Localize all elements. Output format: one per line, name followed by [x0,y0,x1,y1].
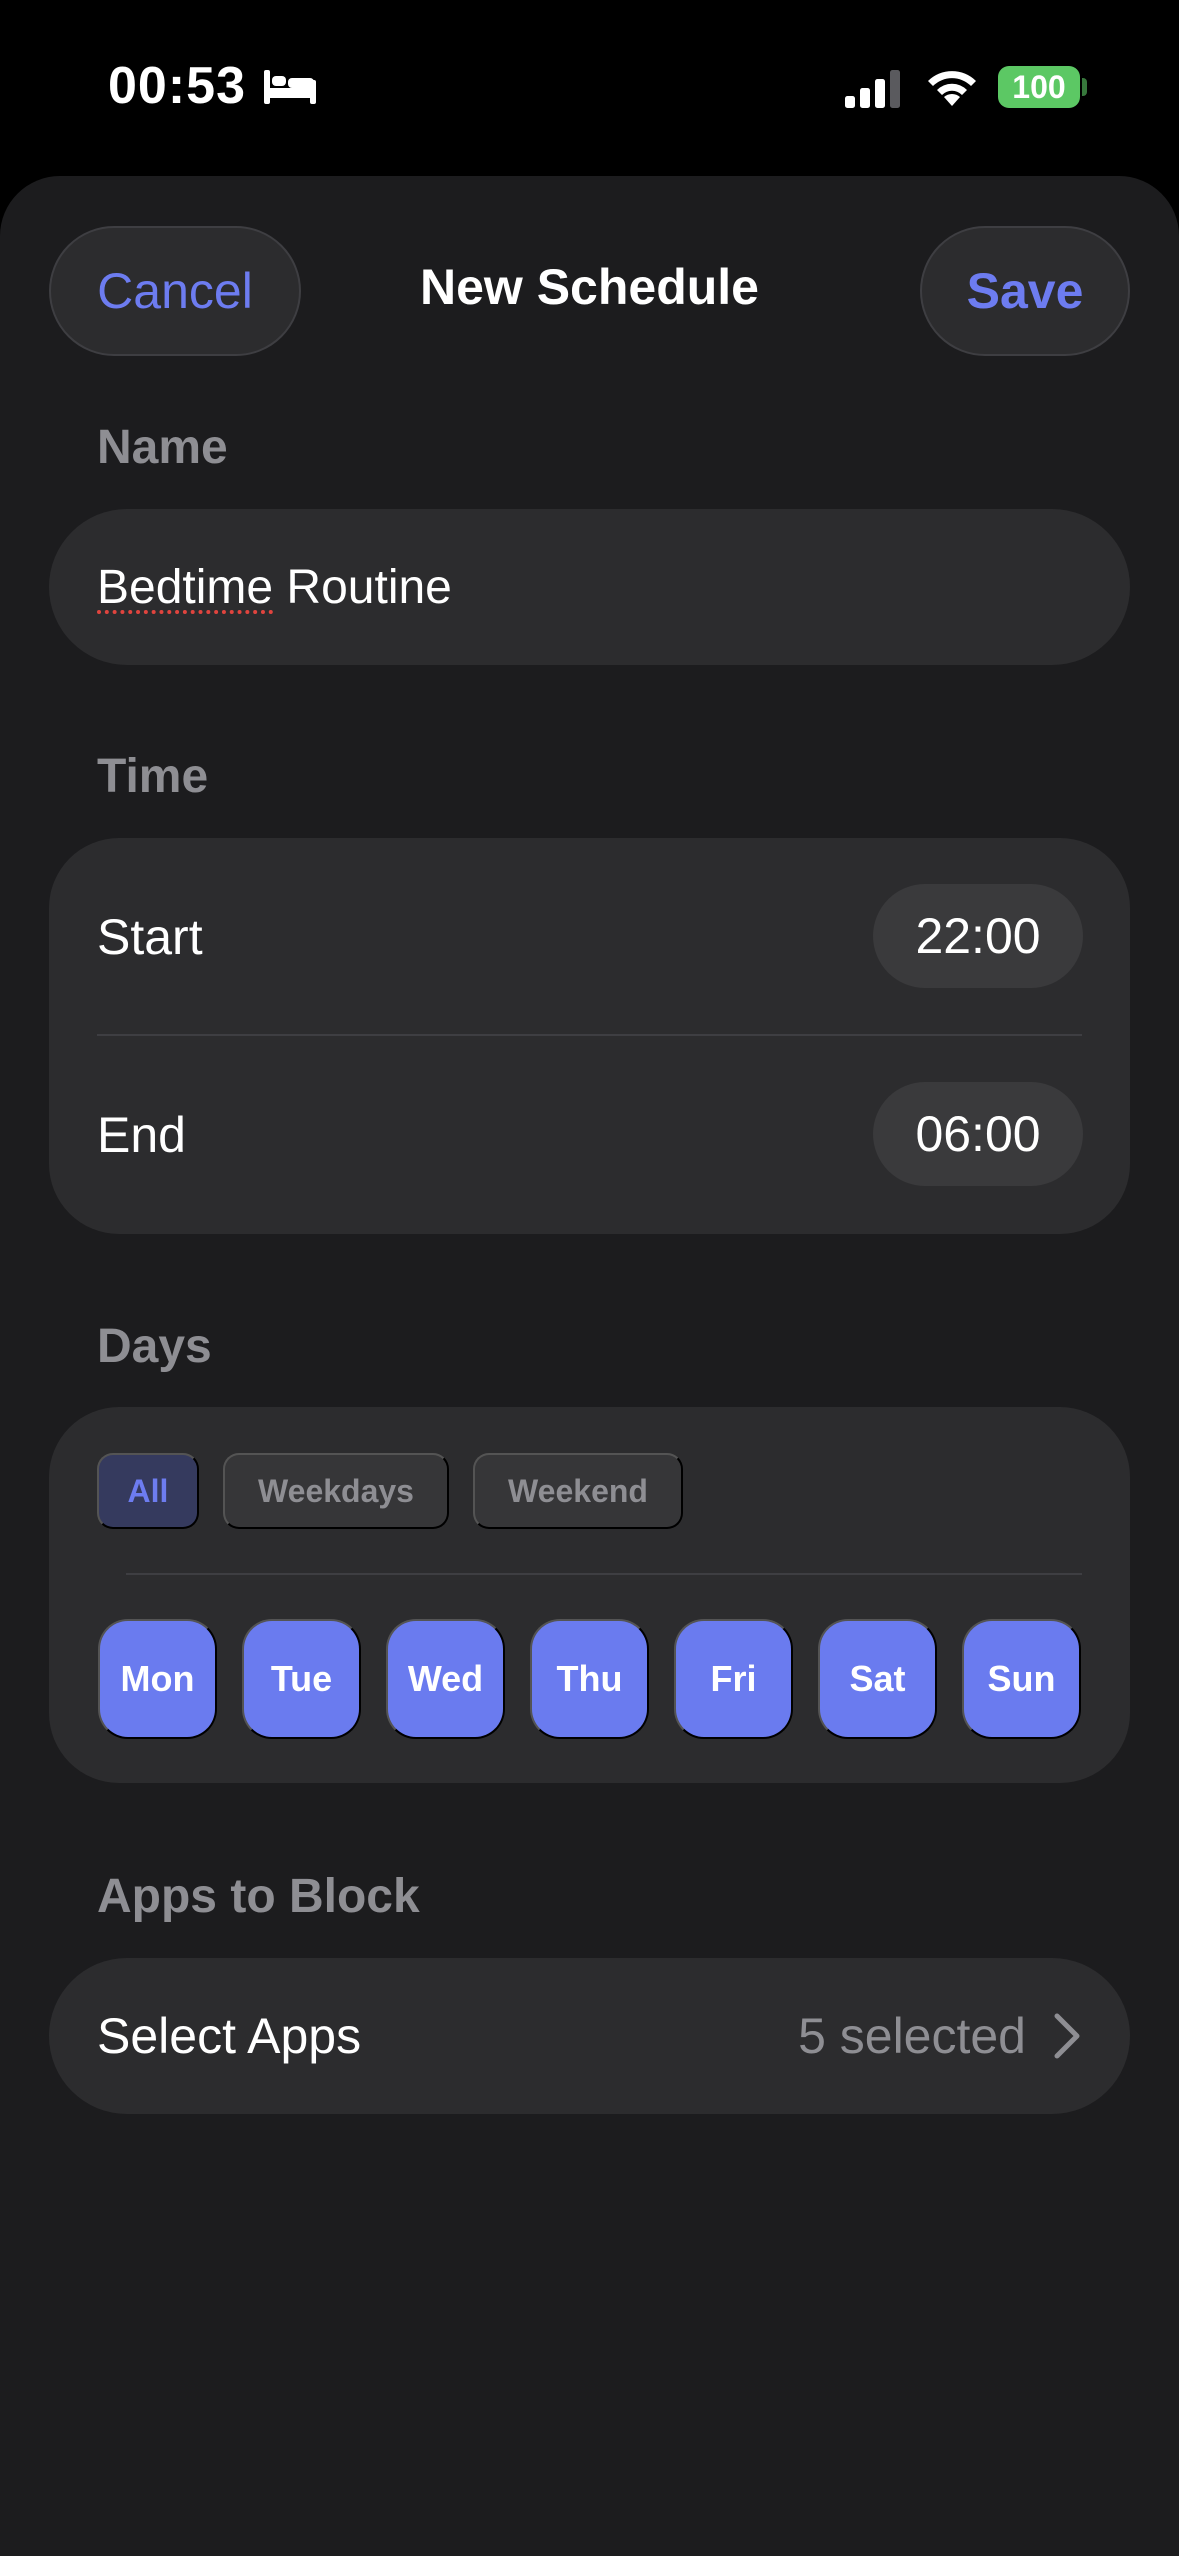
battery-indicator: 100 [998,66,1080,108]
end-label: End [97,1107,186,1163]
apps-selected-count: 5 selected [798,2008,1026,2064]
day-toggle-fri[interactable]: Fri [674,1619,793,1739]
cellular-signal-icon [845,70,900,108]
select-apps-label: Select Apps [97,2008,362,2064]
name-input-value: Bedtime Routine [97,560,452,615]
day-toggle-tue[interactable]: Tue [242,1619,361,1739]
status-bar: 00:53 100 [0,0,1179,176]
preset-all-chip[interactable]: All [97,1453,199,1529]
day-toggle-wed[interactable]: Wed [386,1619,505,1739]
day-toggle-sun[interactable]: Sun [962,1619,1081,1739]
time-divider [97,1034,1082,1036]
start-time-picker[interactable]: 22:00 [873,884,1083,988]
status-time: 00:53 [108,57,246,115]
new-schedule-sheet: Cancel New Schedule Save Name Bedtime Ro… [0,176,1179,2556]
time-section-label: Time [97,750,209,803]
preset-weekend-chip[interactable]: Weekend [473,1453,683,1529]
day-toggle-sat[interactable]: Sat [818,1619,937,1739]
apps-section-label: Apps to Block [97,1870,420,1923]
days-card: All Weekdays Weekend Mon Tue Wed Thu Fri… [49,1407,1130,1783]
wifi-icon [928,71,976,106]
preset-weekdays-chip[interactable]: Weekdays [223,1453,449,1529]
battery-level: 100 [1012,68,1066,105]
days-section-label: Days [97,1320,212,1373]
end-time-picker[interactable]: 06:00 [873,1082,1083,1186]
name-section-label: Name [97,421,228,474]
save-button[interactable]: Save [920,226,1130,356]
select-apps-row[interactable]: Select Apps 5 selected [49,1958,1130,2114]
bed-icon [264,70,316,104]
start-label: Start [97,909,203,965]
name-value-rest: Routine [273,560,452,614]
day-toggle-mon[interactable]: Mon [98,1619,217,1739]
chevron-right-icon [1054,2013,1080,2059]
time-card: Start 22:00 End 06:00 [49,838,1130,1234]
day-toggle-thu[interactable]: Thu [530,1619,649,1739]
misspelled-word: Bedtime [97,560,274,614]
battery-nub [1082,78,1087,96]
name-input[interactable]: Bedtime Routine [49,509,1130,665]
days-divider [126,1573,1082,1575]
